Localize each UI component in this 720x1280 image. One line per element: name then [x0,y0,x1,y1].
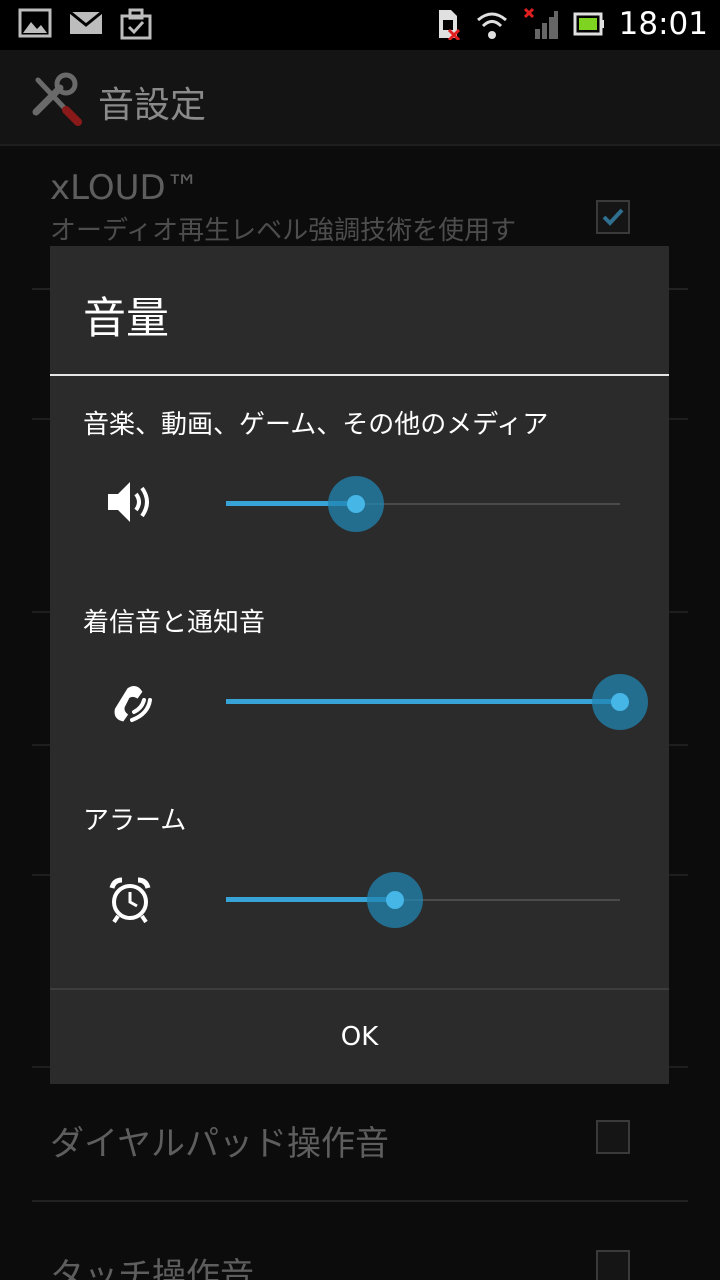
action-bar: 音設定 [0,50,720,146]
sim-error-icon [438,10,460,40]
page-title: 音設定 [98,85,207,126]
media-volume-slider[interactable] [226,476,620,532]
list-item-dialpad-tone[interactable]: ダイヤルパッド操作音 [32,1084,688,1202]
touch-tone-title: タッチ操作音 [50,1256,254,1280]
list-item-touch-tone[interactable]: タッチ操作音 [32,1204,688,1280]
status-time: 18:01 [618,6,708,42]
dialog-title-divider [50,374,669,376]
xloud-subtitle: オーディオ再生レベル強調技術を使用す [50,216,517,246]
alarm-volume-slider[interactable] [226,872,620,928]
xloud-title: xLOUD™ [50,168,200,208]
dialpad-tone-checkbox[interactable] [596,1120,630,1154]
media-volume-label: 音楽、動画、ゲーム、その他のメディア [83,410,549,440]
dialog-title: 音量 [83,294,169,344]
status-bar: 18:01 [0,0,720,50]
volume-dialog: 音量 音楽、動画、ゲーム、その他のメディア 着信音と通知音 アラーム OK [50,246,669,1084]
alarm-volume-label: アラーム [83,806,187,836]
slider-fill [226,699,620,704]
slider-thumb[interactable] [328,476,385,532]
dialpad-tone-title: ダイヤルパッド操作音 [50,1124,389,1164]
xloud-checkbox[interactable] [596,200,630,234]
alarm-clock-icon[interactable] [104,874,156,926]
slider-thumb[interactable] [367,872,424,928]
touch-tone-checkbox[interactable] [596,1250,630,1280]
ok-button[interactable]: OK [50,990,669,1084]
slider-thumb[interactable] [592,674,648,730]
phone-ring-icon[interactable] [104,676,156,728]
ringtone-volume-slider[interactable] [226,674,648,730]
mail-icon [69,10,103,34]
speaker-icon[interactable] [104,476,156,528]
ringtone-volume-label: 着信音と通知音 [83,608,266,638]
image-icon [18,8,52,38]
wifi-icon [476,12,507,39]
checkmark-icon [602,208,624,226]
task-icon [120,8,152,40]
battery-icon [573,12,604,36]
signal-icon [523,7,558,39]
wrench-icon[interactable] [30,72,84,126]
